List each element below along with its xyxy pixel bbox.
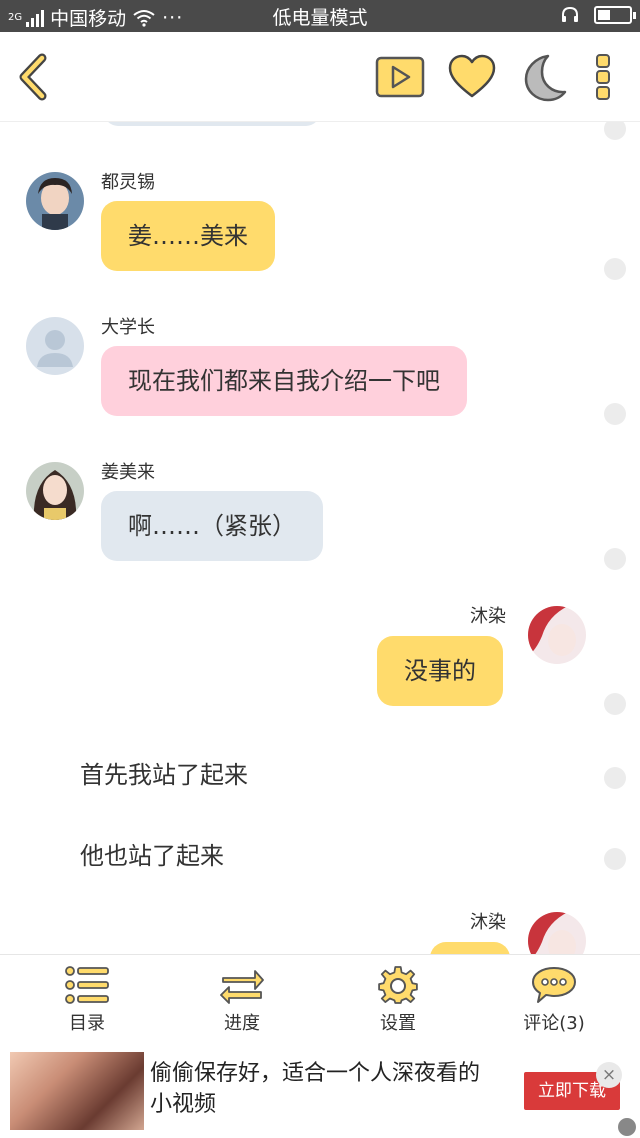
paragraph-dot[interactable] — [604, 693, 626, 715]
reader-screen: 2G 中国移动 ··· 低电量模式 都灵锡 姜……美来 大学长 现在我们都来自我… — [0, 0, 640, 1138]
nav-catalog[interactable]: 目录 — [32, 965, 142, 1035]
message-bubble[interactable] — [430, 942, 510, 954]
more-vertical-icon[interactable] — [586, 52, 622, 102]
sender-name: 沐染 — [470, 606, 506, 627]
message-bubble[interactable]: 没事的 — [377, 636, 503, 706]
nav-label: 评论(3) — [523, 1013, 585, 1034]
floating-badge[interactable] — [618, 1118, 636, 1136]
sender-name: 姜美来 — [101, 462, 155, 483]
reader-toolbar — [0, 32, 640, 122]
power-mode: 低电量模式 — [272, 7, 368, 29]
headphones-icon — [562, 6, 578, 22]
paragraph-dot[interactable] — [604, 548, 626, 570]
sender-name: 都灵锡 — [101, 172, 155, 193]
nav-label: 进度 — [224, 1013, 260, 1034]
nav-settings[interactable]: 设置 — [343, 965, 453, 1035]
status-right — [560, 5, 636, 25]
default-avatar-icon — [37, 330, 73, 367]
ad-banner[interactable]: 偷偷保存好，适合一个人深夜看的小视频 立即下载 × — [0, 1044, 640, 1138]
message-bubble[interactable]: 现在我们都来自我介绍一下吧 — [101, 346, 467, 416]
avatar-image — [26, 172, 84, 230]
status-bar: 2G 中国移动 ··· 低电量模式 — [0, 0, 640, 32]
avatar[interactable] — [528, 606, 586, 664]
avatar[interactable] — [26, 462, 84, 520]
nav-progress[interactable]: 进度 — [187, 965, 297, 1035]
ad-close-button[interactable]: × — [596, 1062, 622, 1088]
back-chevron-icon[interactable] — [14, 52, 54, 102]
list-icon — [65, 966, 109, 1004]
ad-thumbnail[interactable] — [10, 1052, 144, 1130]
avatar-image — [528, 912, 586, 954]
chat-area[interactable]: 都灵锡 姜……美来 大学长 现在我们都来自我介绍一下吧 姜美来 啊……（紧张） — [0, 122, 640, 954]
message-bubble[interactable]: 啊……（紧张） — [101, 491, 323, 561]
paragraph-dot[interactable] — [604, 848, 626, 870]
nav-comments[interactable]: 评论(3) — [499, 965, 609, 1035]
paragraph-dot[interactable] — [604, 403, 626, 425]
moon-icon[interactable] — [518, 52, 570, 102]
gear-icon — [378, 966, 418, 1004]
narration-text[interactable]: 他也站了起来 — [80, 836, 224, 871]
avatar-image — [26, 462, 84, 520]
avatar[interactable] — [26, 172, 84, 230]
battery-icon — [594, 6, 636, 24]
play-icon[interactable] — [374, 52, 426, 102]
paragraph-dot[interactable] — [604, 767, 626, 789]
narration-text[interactable]: 首先我站了起来 — [80, 755, 248, 790]
nav-label: 设置 — [380, 1013, 416, 1034]
bottom-nav: 目录 进度 设置 评论(3) — [0, 954, 640, 1044]
paragraph-dot[interactable] — [604, 258, 626, 280]
nav-label: 目录 — [69, 1013, 105, 1034]
avatar[interactable] — [528, 912, 586, 954]
paragraph-dot[interactable] — [604, 122, 626, 140]
swap-arrows-icon — [220, 970, 264, 1004]
sender-name: 沐染 — [470, 912, 506, 933]
heart-icon[interactable] — [446, 52, 498, 102]
previous-bubble — [104, 122, 320, 126]
comment-icon — [532, 967, 576, 1003]
battery-fill — [598, 10, 610, 20]
avatar[interactable] — [26, 317, 84, 375]
ad-text[interactable]: 偷偷保存好，适合一个人深夜看的小视频 — [150, 1058, 500, 1120]
avatar-image — [528, 606, 586, 664]
message-bubble[interactable]: 姜……美来 — [101, 201, 275, 271]
sender-name: 大学长 — [101, 317, 155, 338]
